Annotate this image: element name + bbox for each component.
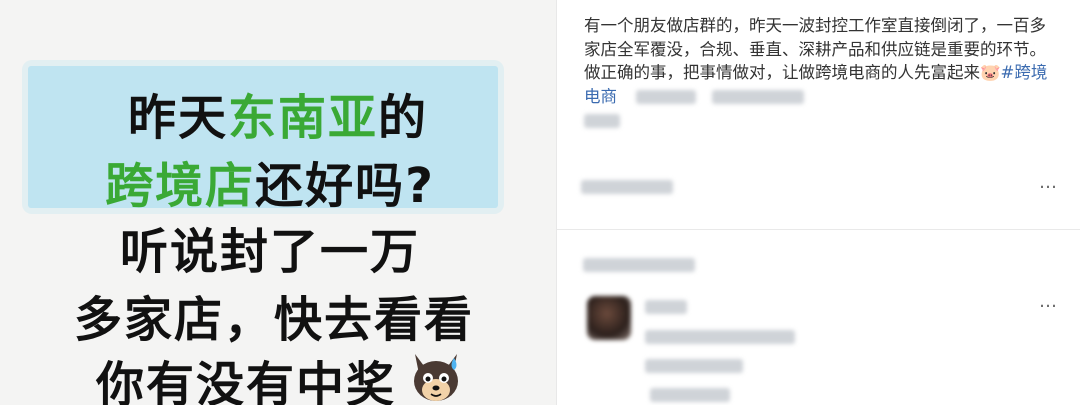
blurred-text: [645, 299, 687, 314]
comment-body: [650, 384, 730, 403]
blurred-text: [636, 90, 697, 104]
post-panel: 有一个朋友做店群的，昨天一波封控工作室直接倒闭了，一百多家店全军覆没，合规、垂直…: [557, 0, 1080, 405]
blurred-timestamp: [581, 179, 673, 194]
comment-username[interactable]: [645, 296, 687, 315]
image-line-1-highlight: 东南亚: [227, 90, 378, 146]
comment-header: [583, 254, 695, 273]
post-image[interactable]: 昨天东南亚的 跨境店还好吗? 听说封了一万 多家店，快去看看 你有没有中奖: [0, 0, 556, 405]
avatar[interactable]: [587, 296, 631, 340]
image-line-2-b: 还好吗?: [255, 158, 435, 214]
image-line-1-a: 昨天: [127, 90, 228, 146]
more-options-icon[interactable]: …: [1039, 291, 1058, 312]
image-line-1-c: 的: [378, 90, 429, 146]
blurred-text: [584, 113, 620, 128]
image-line-1: 昨天东南亚的: [0, 78, 556, 148]
post-text: 有一个朋友做店群的，昨天一波封控工作室直接倒闭了，一百多家店全军覆没，合规、垂直…: [584, 14, 1054, 132]
blurred-text: [583, 257, 695, 272]
pig-emoji-icon: 🐷: [980, 63, 1001, 82]
image-line-4: 多家店，快去看看: [73, 292, 474, 348]
image-line-2-highlight: 跨境店: [105, 158, 256, 214]
blurred-text: [650, 387, 730, 402]
blurred-text: [711, 90, 804, 104]
comment-body: [645, 355, 743, 374]
image-line-3: 听说封了一万: [119, 224, 420, 280]
post-meta: [581, 176, 673, 195]
dog-sweat-emoji-icon: [414, 354, 458, 401]
blurred-text: [645, 329, 795, 344]
comment-divider: [557, 229, 1080, 230]
image-line-2: 跨境店还好吗?: [0, 146, 548, 216]
comment-body: [645, 326, 795, 345]
blurred-text: [645, 358, 743, 373]
post-body: 有一个朋友做店群的，昨天一波封控工作室直接倒闭了，一百多家店全军覆没，合规、垂直…: [584, 16, 1046, 82]
more-options-icon[interactable]: …: [1039, 172, 1058, 193]
